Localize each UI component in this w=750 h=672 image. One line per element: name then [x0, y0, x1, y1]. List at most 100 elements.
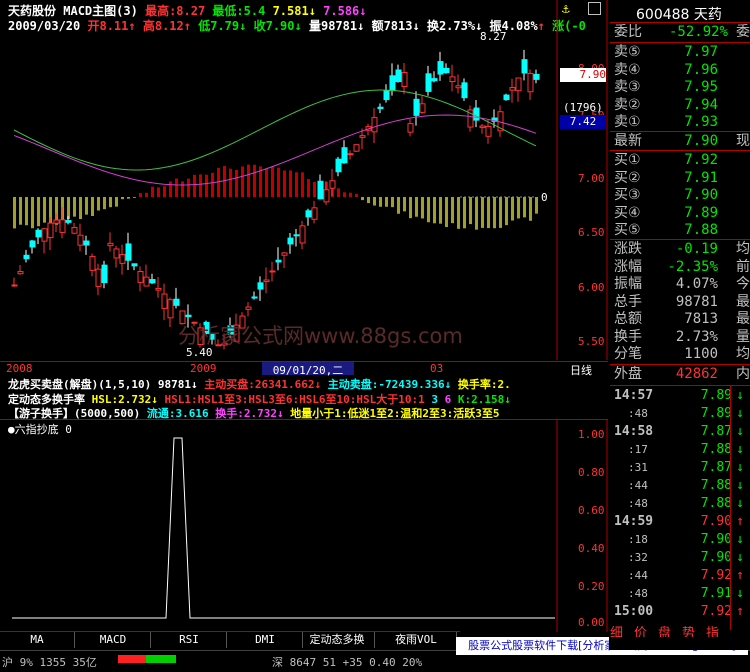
ob-tab-2[interactable]: 盘 — [658, 626, 671, 637]
candle-body — [389, 75, 396, 92]
candle-body — [149, 279, 156, 284]
sell-row[interactable]: 卖③ 7.95 — [612, 79, 750, 96]
candle-body — [11, 284, 18, 287]
tab-5[interactable]: 夜雨VOL — [376, 632, 457, 648]
macd-bar — [475, 197, 478, 230]
ob-tab-3[interactable]: 势 — [682, 626, 695, 637]
macd-bar — [133, 197, 136, 198]
indicator-line-1: 龙虎买卖盘(解盘)(1,5,10) 98781↓ 主动买盘:26341.662↓… — [8, 378, 511, 391]
ob-tab-4[interactable]: 指 — [706, 626, 719, 637]
candle-body — [425, 73, 432, 92]
stat-row: 总额 7813 最 — [614, 311, 750, 327]
macd-bar — [295, 172, 298, 197]
candle-body — [137, 271, 144, 283]
stat-row: 分笔 1100 均 — [614, 346, 750, 362]
sell-row[interactable]: 卖① 7.93 — [612, 114, 750, 131]
stat-row: 振幅 4.07% 今 — [614, 276, 750, 292]
candle-body — [401, 72, 408, 87]
stock-short-name: 天药 — [693, 7, 722, 23]
macd-bar — [499, 197, 502, 228]
macd-bar — [163, 186, 166, 197]
tab-4[interactable]: 定动态多换 — [300, 632, 375, 648]
signal-line — [12, 437, 555, 619]
macd-bar — [181, 181, 184, 197]
candle-body — [83, 240, 90, 246]
status-left: 沪 9% 1355 35亿 — [2, 656, 97, 669]
macd-bar — [85, 197, 88, 215]
sell-row[interactable]: 卖④ 7.96 — [612, 62, 750, 79]
sell-row[interactable]: 卖② 7.94 — [612, 97, 750, 114]
candle-body — [371, 117, 378, 133]
candle-body — [293, 234, 300, 237]
candle-body — [527, 72, 534, 93]
tab-2[interactable]: RSI — [152, 632, 227, 648]
price-axis-label: 6.50 — [578, 226, 605, 239]
buy-row[interactable]: 买① 7.92 — [612, 152, 750, 169]
macd-bar — [391, 197, 394, 208]
macd-bar — [337, 188, 340, 197]
time-03: 03 — [430, 362, 444, 375]
main-chart[interactable]: 天药股份 MACD主图(3) 最高:8.27 最低:5.4 7.581↓ 7.5… — [0, 0, 608, 360]
latest-row: 最新 7.90 现 — [614, 133, 750, 149]
ob-tab-1[interactable]: 价 — [634, 626, 647, 637]
period-daily[interactable]: 日线 — [570, 362, 592, 378]
candle-body — [269, 270, 276, 273]
sell-row[interactable]: 卖⑤ 7.97 — [612, 44, 750, 61]
candle-body — [281, 252, 288, 256]
anchor-icon[interactable]: ⚓ — [562, 2, 570, 17]
macd-bar — [379, 197, 382, 207]
tick-arrow: ↓ — [736, 586, 744, 601]
macd-bar — [115, 197, 118, 207]
buy-row[interactable]: 买④ 7.89 — [612, 205, 750, 222]
tick-arrow: ↓ — [736, 478, 744, 493]
stat-row: 换手 2.73% 量 — [614, 328, 750, 345]
window-box-icon[interactable] — [588, 2, 601, 15]
buy-row[interactable]: 买⑤ 7.88 — [612, 222, 750, 239]
tab-1[interactable]: MACD — [76, 632, 151, 648]
candle-body — [47, 222, 54, 239]
tick-arrow: ↓ — [736, 406, 744, 421]
macd-bar — [505, 197, 508, 226]
ma-price-tag: 7.42 — [560, 115, 606, 129]
macd-bar — [421, 197, 424, 219]
candle-body — [347, 153, 354, 156]
tick-arrow: ↓ — [736, 442, 744, 457]
candle-body — [17, 271, 24, 275]
macd-bar — [145, 192, 148, 197]
macd-bar — [523, 197, 526, 218]
sub-axis-label: 0.80 — [578, 466, 605, 479]
macd-bar — [349, 192, 352, 197]
buy-row[interactable]: 买② 7.91 — [612, 170, 750, 187]
macd-bar — [73, 197, 76, 217]
macd-bar — [313, 181, 316, 197]
sub-axis-label: 0.60 — [578, 504, 605, 517]
candle-body — [185, 314, 192, 318]
price-axis-label: 7.00 — [578, 172, 605, 185]
candle-body — [311, 207, 318, 220]
tab-0[interactable]: MA — [0, 632, 75, 648]
candle-body — [287, 237, 294, 245]
candle-body — [305, 210, 312, 218]
macd-bar — [67, 197, 70, 220]
macd-bar — [43, 197, 46, 223]
ob-tab-0[interactable]: 细 — [610, 626, 623, 637]
macd-bar — [157, 187, 160, 197]
macd-bar — [205, 174, 208, 197]
macd-bar — [367, 197, 370, 204]
zero-label: 0 — [541, 191, 548, 204]
macd-bar — [301, 172, 304, 197]
buy-row[interactable]: 买③ 7.90 — [612, 187, 750, 204]
macd-bar — [253, 164, 256, 197]
macd-bar — [403, 197, 406, 212]
candle-body — [443, 67, 450, 74]
sub-chart[interactable]: ●六指抄底 0 1.00 0.80 0.60 0.40 0.20 0.00 — [0, 419, 608, 632]
candle-body — [41, 228, 48, 242]
macd-bar — [31, 197, 34, 229]
tick-arrow: ↑ — [736, 514, 744, 529]
time-2008: 2008 — [6, 362, 33, 375]
tick-arrow: ↓ — [736, 496, 744, 511]
candle-body — [533, 73, 540, 80]
macd-bar — [103, 197, 106, 210]
sub-axis-label: 0.20 — [578, 580, 605, 593]
tab-3[interactable]: DMI — [228, 632, 303, 648]
